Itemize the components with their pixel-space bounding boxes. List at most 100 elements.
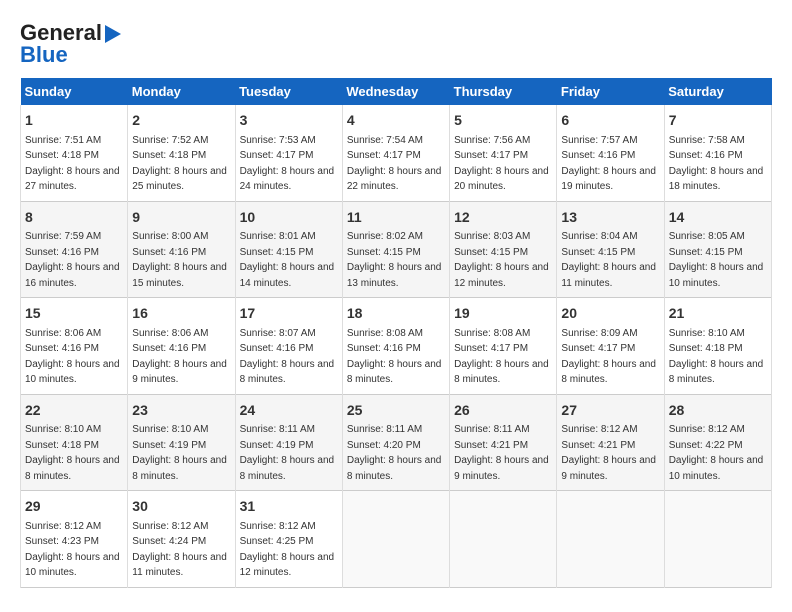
calendar-header-row: SundayMondayTuesdayWednesdayThursdayFrid… [21, 78, 772, 105]
day-info: Sunrise: 8:12 AMSunset: 4:25 PMDaylight:… [240, 521, 335, 579]
day-number: 9 [132, 208, 230, 228]
calendar-day-cell [664, 491, 771, 588]
day-number: 31 [240, 497, 338, 517]
day-info: Sunrise: 7:51 AMSunset: 4:18 PMDaylight:… [25, 135, 120, 193]
day-number: 12 [454, 208, 552, 228]
day-number: 17 [240, 304, 338, 324]
day-number: 7 [669, 111, 767, 131]
calendar-day-header: Sunday [21, 78, 128, 105]
calendar-day-cell: 2 Sunrise: 7:52 AMSunset: 4:18 PMDayligh… [128, 105, 235, 201]
day-number: 10 [240, 208, 338, 228]
calendar-day-cell: 11 Sunrise: 8:02 AMSunset: 4:15 PMDaylig… [342, 201, 449, 298]
calendar-day-cell: 19 Sunrise: 8:08 AMSunset: 4:17 PMDaylig… [450, 298, 557, 395]
day-info: Sunrise: 8:05 AMSunset: 4:15 PMDaylight:… [669, 231, 764, 289]
calendar-day-cell: 20 Sunrise: 8:09 AMSunset: 4:17 PMDaylig… [557, 298, 664, 395]
day-number: 13 [561, 208, 659, 228]
calendar-day-cell: 27 Sunrise: 8:12 AMSunset: 4:21 PMDaylig… [557, 394, 664, 491]
page-header: General Blue [20, 20, 772, 68]
day-info: Sunrise: 7:58 AMSunset: 4:16 PMDaylight:… [669, 135, 764, 193]
day-info: Sunrise: 8:07 AMSunset: 4:16 PMDaylight:… [240, 328, 335, 386]
day-info: Sunrise: 7:56 AMSunset: 4:17 PMDaylight:… [454, 135, 549, 193]
calendar-day-cell: 26 Sunrise: 8:11 AMSunset: 4:21 PMDaylig… [450, 394, 557, 491]
day-number: 15 [25, 304, 123, 324]
calendar-day-cell: 6 Sunrise: 7:57 AMSunset: 4:16 PMDayligh… [557, 105, 664, 201]
calendar-day-cell: 30 Sunrise: 8:12 AMSunset: 4:24 PMDaylig… [128, 491, 235, 588]
calendar-day-cell [450, 491, 557, 588]
calendar-day-header: Thursday [450, 78, 557, 105]
day-info: Sunrise: 8:12 AMSunset: 4:21 PMDaylight:… [561, 424, 656, 482]
day-info: Sunrise: 8:02 AMSunset: 4:15 PMDaylight:… [347, 231, 442, 289]
day-info: Sunrise: 7:52 AMSunset: 4:18 PMDaylight:… [132, 135, 227, 193]
calendar-day-cell: 15 Sunrise: 8:06 AMSunset: 4:16 PMDaylig… [21, 298, 128, 395]
calendar-day-cell: 24 Sunrise: 8:11 AMSunset: 4:19 PMDaylig… [235, 394, 342, 491]
day-info: Sunrise: 8:01 AMSunset: 4:15 PMDaylight:… [240, 231, 335, 289]
calendar-day-cell: 5 Sunrise: 7:56 AMSunset: 4:17 PMDayligh… [450, 105, 557, 201]
calendar-day-cell: 21 Sunrise: 8:10 AMSunset: 4:18 PMDaylig… [664, 298, 771, 395]
calendar-week-row: 15 Sunrise: 8:06 AMSunset: 4:16 PMDaylig… [21, 298, 772, 395]
day-info: Sunrise: 8:06 AMSunset: 4:16 PMDaylight:… [25, 328, 120, 386]
day-number: 21 [669, 304, 767, 324]
logo-blue: Blue [20, 42, 68, 68]
calendar-day-header: Tuesday [235, 78, 342, 105]
calendar-day-cell: 9 Sunrise: 8:00 AMSunset: 4:16 PMDayligh… [128, 201, 235, 298]
day-number: 18 [347, 304, 445, 324]
calendar-day-cell: 3 Sunrise: 7:53 AMSunset: 4:17 PMDayligh… [235, 105, 342, 201]
day-number: 16 [132, 304, 230, 324]
day-info: Sunrise: 8:10 AMSunset: 4:18 PMDaylight:… [25, 424, 120, 482]
calendar-body: 1 Sunrise: 7:51 AMSunset: 4:18 PMDayligh… [21, 105, 772, 587]
calendar-day-header: Saturday [664, 78, 771, 105]
day-number: 25 [347, 401, 445, 421]
calendar-day-cell: 23 Sunrise: 8:10 AMSunset: 4:19 PMDaylig… [128, 394, 235, 491]
day-info: Sunrise: 7:53 AMSunset: 4:17 PMDaylight:… [240, 135, 335, 193]
calendar-day-cell: 17 Sunrise: 8:07 AMSunset: 4:16 PMDaylig… [235, 298, 342, 395]
calendar-day-cell: 16 Sunrise: 8:06 AMSunset: 4:16 PMDaylig… [128, 298, 235, 395]
calendar-day-header: Friday [557, 78, 664, 105]
calendar-day-cell: 22 Sunrise: 8:10 AMSunset: 4:18 PMDaylig… [21, 394, 128, 491]
calendar-week-row: 1 Sunrise: 7:51 AMSunset: 4:18 PMDayligh… [21, 105, 772, 201]
logo: General Blue [20, 20, 121, 68]
day-info: Sunrise: 8:12 AMSunset: 4:24 PMDaylight:… [132, 521, 227, 579]
day-info: Sunrise: 8:03 AMSunset: 4:15 PMDaylight:… [454, 231, 549, 289]
calendar-week-row: 8 Sunrise: 7:59 AMSunset: 4:16 PMDayligh… [21, 201, 772, 298]
day-info: Sunrise: 8:11 AMSunset: 4:20 PMDaylight:… [347, 424, 442, 482]
day-info: Sunrise: 8:08 AMSunset: 4:17 PMDaylight:… [454, 328, 549, 386]
day-number: 23 [132, 401, 230, 421]
day-number: 20 [561, 304, 659, 324]
calendar-day-cell: 18 Sunrise: 8:08 AMSunset: 4:16 PMDaylig… [342, 298, 449, 395]
day-info: Sunrise: 8:09 AMSunset: 4:17 PMDaylight:… [561, 328, 656, 386]
day-info: Sunrise: 8:10 AMSunset: 4:19 PMDaylight:… [132, 424, 227, 482]
calendar-table: SundayMondayTuesdayWednesdayThursdayFrid… [20, 78, 772, 588]
day-info: Sunrise: 8:00 AMSunset: 4:16 PMDaylight:… [132, 231, 227, 289]
calendar-day-cell: 8 Sunrise: 7:59 AMSunset: 4:16 PMDayligh… [21, 201, 128, 298]
calendar-day-cell: 10 Sunrise: 8:01 AMSunset: 4:15 PMDaylig… [235, 201, 342, 298]
logo-arrow-icon [105, 25, 121, 43]
day-info: Sunrise: 8:04 AMSunset: 4:15 PMDaylight:… [561, 231, 656, 289]
calendar-day-cell: 29 Sunrise: 8:12 AMSunset: 4:23 PMDaylig… [21, 491, 128, 588]
day-info: Sunrise: 8:12 AMSunset: 4:23 PMDaylight:… [25, 521, 120, 579]
day-info: Sunrise: 7:54 AMSunset: 4:17 PMDaylight:… [347, 135, 442, 193]
day-info: Sunrise: 7:57 AMSunset: 4:16 PMDaylight:… [561, 135, 656, 193]
day-number: 11 [347, 208, 445, 228]
calendar-day-cell [342, 491, 449, 588]
day-number: 1 [25, 111, 123, 131]
day-info: Sunrise: 8:06 AMSunset: 4:16 PMDaylight:… [132, 328, 227, 386]
day-number: 14 [669, 208, 767, 228]
day-info: Sunrise: 8:10 AMSunset: 4:18 PMDaylight:… [669, 328, 764, 386]
calendar-day-cell: 25 Sunrise: 8:11 AMSunset: 4:20 PMDaylig… [342, 394, 449, 491]
calendar-day-cell: 12 Sunrise: 8:03 AMSunset: 4:15 PMDaylig… [450, 201, 557, 298]
calendar-day-cell [557, 491, 664, 588]
day-number: 2 [132, 111, 230, 131]
day-number: 29 [25, 497, 123, 517]
calendar-day-header: Monday [128, 78, 235, 105]
calendar-day-cell: 7 Sunrise: 7:58 AMSunset: 4:16 PMDayligh… [664, 105, 771, 201]
day-number: 22 [25, 401, 123, 421]
day-info: Sunrise: 8:08 AMSunset: 4:16 PMDaylight:… [347, 328, 442, 386]
day-number: 30 [132, 497, 230, 517]
day-info: Sunrise: 8:11 AMSunset: 4:21 PMDaylight:… [454, 424, 549, 482]
day-number: 19 [454, 304, 552, 324]
calendar-day-cell: 14 Sunrise: 8:05 AMSunset: 4:15 PMDaylig… [664, 201, 771, 298]
calendar-day-header: Wednesday [342, 78, 449, 105]
day-info: Sunrise: 7:59 AMSunset: 4:16 PMDaylight:… [25, 231, 120, 289]
calendar-day-cell: 1 Sunrise: 7:51 AMSunset: 4:18 PMDayligh… [21, 105, 128, 201]
calendar-day-cell: 31 Sunrise: 8:12 AMSunset: 4:25 PMDaylig… [235, 491, 342, 588]
